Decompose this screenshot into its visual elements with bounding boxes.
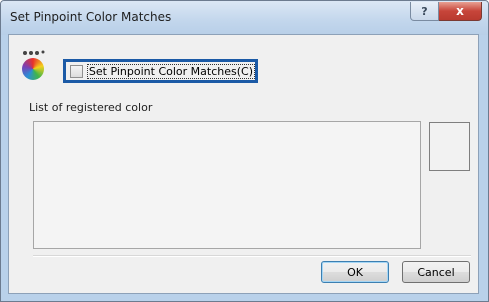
title-bar: Set Pinpoint Color Matches ? x xyxy=(1,1,488,35)
title-buttons: ? x xyxy=(410,2,482,21)
droplets-icon xyxy=(23,50,45,55)
cancel-button[interactable]: Cancel xyxy=(402,261,470,283)
ok-button[interactable]: OK xyxy=(321,261,389,283)
close-button[interactable]: x xyxy=(439,2,482,21)
close-icon: x xyxy=(456,4,464,18)
help-button[interactable]: ? xyxy=(410,2,439,21)
color-palette-icon xyxy=(22,49,46,80)
dialog-window: Set Pinpoint Color Matches ? x Set Pinpo… xyxy=(0,0,489,302)
window-title: Set Pinpoint Color Matches xyxy=(10,10,172,24)
set-pinpoint-checkbox[interactable] xyxy=(70,64,83,78)
registered-color-list-label: List of registered color xyxy=(29,101,153,114)
color-swatch-preview xyxy=(429,122,470,171)
set-pinpoint-checkbox-row[interactable]: Set Pinpoint Color Matches(C) xyxy=(63,59,258,83)
registered-color-list[interactable] xyxy=(33,121,421,249)
separator xyxy=(33,255,471,257)
set-pinpoint-checkbox-label[interactable]: Set Pinpoint Color Matches(C) xyxy=(86,63,255,79)
dialog-body: Set Pinpoint Color Matches(C) List of re… xyxy=(8,34,479,294)
color-wheel-icon xyxy=(22,58,44,80)
help-icon: ? xyxy=(421,4,428,18)
